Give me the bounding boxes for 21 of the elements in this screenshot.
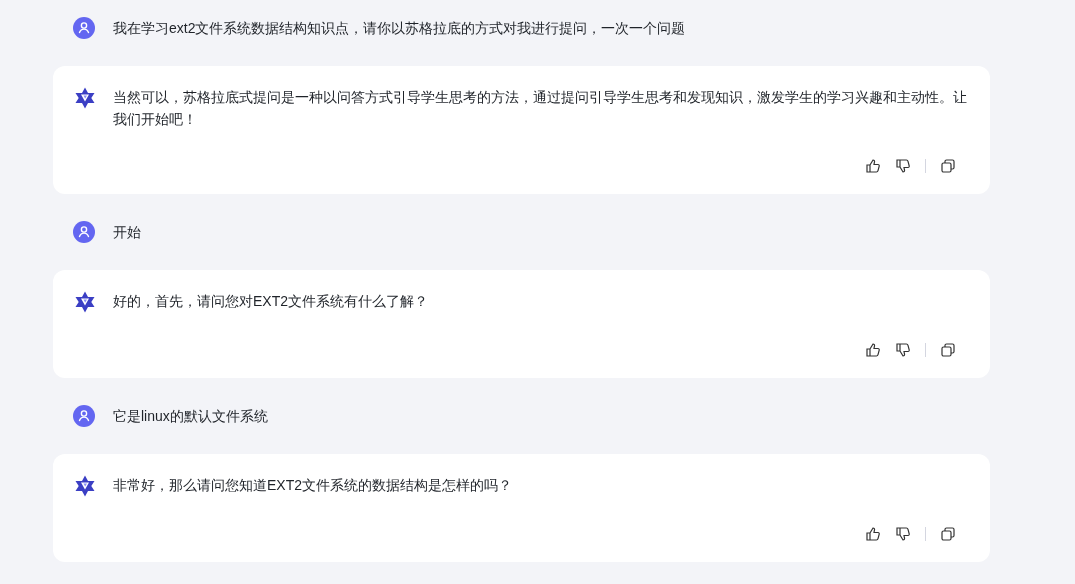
copy-icon[interactable] bbox=[940, 342, 956, 358]
copy-icon[interactable] bbox=[940, 158, 956, 174]
star-logo-icon bbox=[73, 290, 97, 314]
user-message: 我在学习ext2文件系统数据结构知识点，请你以苏格拉底的方式对我进行提问，一次一个问题 bbox=[113, 19, 686, 38]
user-message: 它是linux的默认文件系统 bbox=[113, 407, 268, 426]
thumbs-down-icon[interactable] bbox=[895, 526, 911, 542]
copy-icon[interactable] bbox=[940, 526, 956, 542]
assistant-message: 当然可以，苏格拉底式提问是一种以问答方式引导学生思考的方法，通过提问引导学生思考和发现知识，激发学生的学习兴趣和主动性。让我们开始吧！ bbox=[113, 88, 968, 129]
user-avatar-icon bbox=[73, 17, 95, 39]
star-logo-icon bbox=[73, 86, 97, 110]
thumbs-up-icon[interactable] bbox=[865, 342, 881, 358]
thumbs-up-icon[interactable] bbox=[865, 526, 881, 542]
user-avatar-icon bbox=[73, 405, 95, 427]
assistant-message: 好的，首先，请问您对EXT2文件系统有什么了解？ bbox=[113, 292, 429, 311]
thumbs-up-icon[interactable] bbox=[865, 158, 881, 174]
thumbs-down-icon[interactable] bbox=[895, 158, 911, 174]
assistant-message: 非常好，那么请问您知道EXT2文件系统的数据结构是怎样的吗？ bbox=[113, 476, 513, 495]
user-message: 开始 bbox=[113, 223, 141, 242]
thumbs-down-icon[interactable] bbox=[895, 342, 911, 358]
user-avatar-icon bbox=[73, 221, 95, 243]
star-logo-icon bbox=[73, 474, 97, 498]
